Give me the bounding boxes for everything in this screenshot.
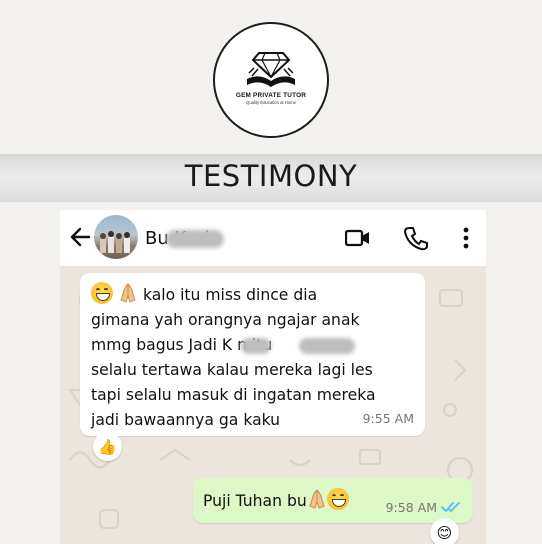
page-title: TESTIMONY bbox=[184, 159, 358, 193]
redaction-blur bbox=[166, 230, 224, 248]
diamond-book-icon bbox=[247, 52, 295, 87]
smile-reaction-icon[interactable]: 😊 bbox=[430, 518, 459, 544]
read-receipt-icon bbox=[441, 502, 460, 513]
outgoing-message[interactable]: Puji Tuhan bu 9:58 AM bbox=[193, 478, 473, 523]
brand-tagline: Quality Education at Home bbox=[246, 100, 296, 105]
outgoing-timestamp: 9:58 AM bbox=[385, 500, 437, 515]
outgoing-message-text: Puji Tuhan bu bbox=[203, 488, 349, 510]
thumbs-up-reaction-icon[interactable]: 👍 bbox=[93, 432, 122, 461]
back-arrow-icon[interactable] bbox=[69, 225, 91, 249]
chat-header: Bu Karin bbox=[60, 210, 486, 266]
outgoing-text-body: Puji Tuhan bu bbox=[203, 492, 307, 510]
brand-logo: GEM PRIVATE TUTOR Quality Education at H… bbox=[213, 22, 329, 138]
smiling-face-icon bbox=[326, 488, 349, 510]
praying-hands-icon bbox=[120, 283, 136, 303]
chat-screenshot: Bu Karin kalo itu miss dince dia gimana … bbox=[60, 210, 486, 544]
grinning-face-icon bbox=[91, 282, 113, 304]
incoming-timestamp: 9:55 AM bbox=[362, 411, 414, 426]
incoming-text-body: kalo itu miss dince dia gimana yah orang… bbox=[91, 286, 376, 429]
video-call-icon[interactable] bbox=[345, 225, 371, 251]
phone-icon[interactable] bbox=[403, 225, 429, 251]
contact-avatar[interactable] bbox=[94, 215, 138, 259]
praying-hands-icon bbox=[309, 489, 325, 509]
brand-name: GEM PRIVATE TUTOR bbox=[235, 92, 307, 99]
more-vert-icon[interactable] bbox=[453, 225, 479, 251]
redaction-blur bbox=[241, 338, 271, 354]
redaction-blur bbox=[299, 338, 355, 354]
incoming-message[interactable]: kalo itu miss dince dia gimana yah orang… bbox=[80, 273, 425, 436]
